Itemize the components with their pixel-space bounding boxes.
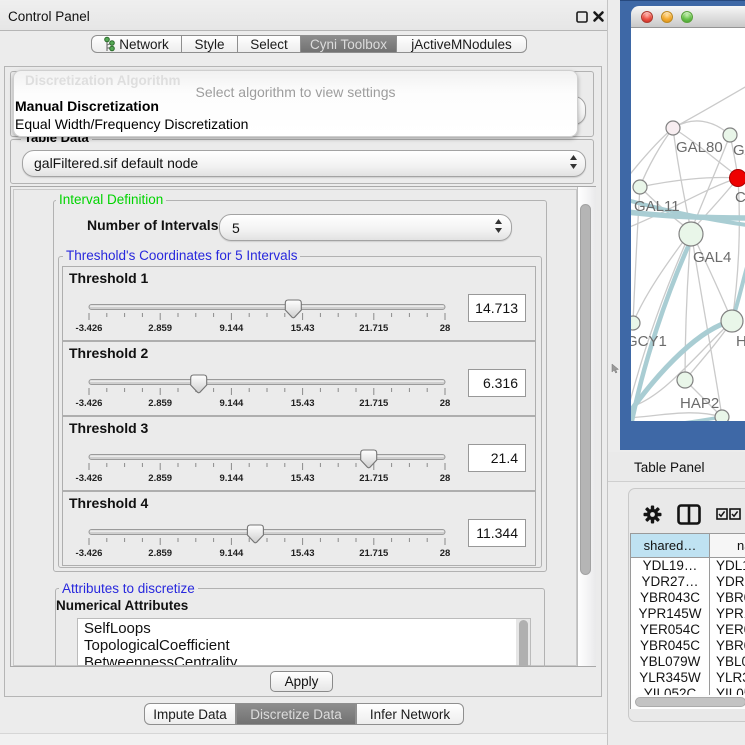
svg-text:GA: GA	[733, 142, 745, 159]
svg-text:21.715: 21.715	[359, 323, 389, 334]
svg-text:HI: HI	[736, 333, 745, 350]
svg-text:-3.426: -3.426	[76, 473, 103, 484]
svg-text:15.43: 15.43	[291, 473, 315, 484]
svg-text:21.715: 21.715	[359, 398, 389, 409]
svg-text:GCY1: GCY1	[631, 333, 667, 350]
svg-text:GAL11: GAL11	[634, 198, 680, 215]
svg-text:28: 28	[440, 323, 451, 334]
svg-text:15.43: 15.43	[291, 548, 315, 559]
svg-text:HAP2: HAP2	[680, 395, 719, 412]
svg-text:15.43: 15.43	[291, 398, 315, 409]
svg-text:9.144: 9.144	[220, 548, 244, 559]
svg-text:CY: CY	[735, 189, 745, 206]
svg-text:28: 28	[440, 398, 451, 409]
svg-text:2.859: 2.859	[148, 398, 172, 409]
svg-text:GAL4: GAL4	[693, 249, 731, 266]
svg-text:2.859: 2.859	[148, 548, 172, 559]
svg-text:-3.426: -3.426	[76, 323, 103, 334]
svg-text:2.859: 2.859	[148, 323, 172, 334]
svg-text:-3.426: -3.426	[76, 548, 103, 559]
svg-text:-3.426: -3.426	[76, 398, 103, 409]
svg-text:GAL80: GAL80	[676, 139, 723, 156]
svg-text:15.43: 15.43	[291, 323, 315, 334]
svg-text:9.144: 9.144	[220, 323, 244, 334]
svg-text:21.715: 21.715	[359, 548, 389, 559]
svg-text:28: 28	[440, 473, 451, 484]
svg-text:9.144: 9.144	[220, 398, 244, 409]
svg-text:9.144: 9.144	[220, 473, 244, 484]
svg-text:2.859: 2.859	[148, 473, 172, 484]
svg-text:21.715: 21.715	[359, 473, 389, 484]
svg-text:28: 28	[440, 548, 451, 559]
